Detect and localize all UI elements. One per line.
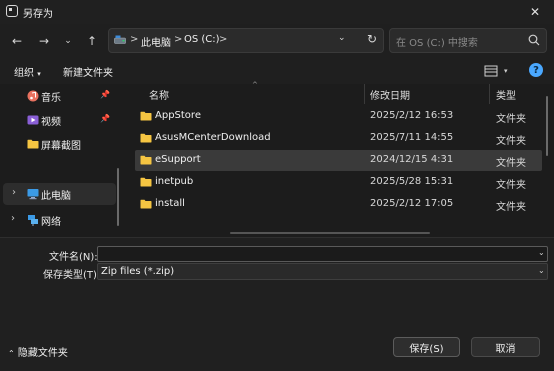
file-type: 文件夹 — [496, 202, 526, 213]
music-icon — [27, 90, 39, 102]
file-list-scrollbar[interactable] — [546, 96, 548, 156]
sidebar-item-screenshots[interactable]: 屏幕截图 — [0, 133, 116, 155]
close-button[interactable]: ✕ — [520, 2, 550, 22]
video-icon — [27, 115, 39, 125]
file-date: 2025/2/12 16:53 — [370, 110, 454, 121]
pin-icon[interactable]: 📌 — [100, 114, 110, 123]
filename-label: 文件名(N): — [49, 252, 98, 263]
sidebar-item-video[interactable]: 视频 📌 — [0, 109, 116, 131]
folder-icon — [140, 199, 152, 209]
chevron-down-icon: ▾ — [504, 67, 508, 75]
search-input[interactable]: 在 OS (C:) 中搜索 — [396, 34, 478, 49]
column-header-name[interactable]: 名称 — [149, 87, 169, 102]
chevron-up-icon: ⌃ — [8, 349, 15, 358]
file-name: eSupport — [155, 154, 201, 165]
pin-icon[interactable]: 📌 — [100, 90, 110, 99]
sidebar-item-label: 屏幕截图 — [41, 141, 81, 152]
chevron-right-icon[interactable]: › — [11, 213, 15, 224]
cancel-button[interactable]: 取消 — [471, 337, 540, 357]
filetype-value: Zip files (*.zip) — [101, 266, 175, 277]
arrow-right-icon: → — [38, 34, 50, 48]
recent-locations-button[interactable]: ⌄ — [57, 30, 79, 52]
search-icon — [528, 34, 540, 46]
hide-folders-label: 隐藏文件夹 — [17, 348, 68, 359]
file-date: 2024/12/15 4:31 — [370, 154, 454, 165]
sidebar-item-label: 网络 — [41, 217, 61, 228]
filetype-label: 保存类型(T): — [43, 270, 101, 281]
organize-button[interactable]: 组织 ▾ — [14, 64, 41, 79]
file-type: 文件夹 — [496, 114, 526, 125]
folder-icon — [140, 177, 152, 187]
list-item-selected[interactable]: eSupport 2024/12/15 4:31 文件夹 — [135, 150, 542, 171]
list-item[interactable]: install 2025/2/12 17:05 文件夹 — [135, 194, 542, 215]
file-name: AppStore — [155, 110, 201, 121]
folder-icon — [27, 139, 39, 149]
chevron-down-icon[interactable]: ⌄ — [538, 248, 545, 257]
up-button[interactable]: ↑ — [81, 30, 103, 52]
file-type: 文件夹 — [496, 180, 526, 191]
list-view-icon — [484, 65, 498, 77]
computer-icon — [27, 189, 39, 200]
breadcrumb-separator: > — [174, 34, 183, 45]
breadcrumb-separator: > — [219, 34, 228, 45]
refresh-icon: ↻ — [366, 32, 378, 46]
address-history-dropdown[interactable]: ⌄ — [338, 33, 346, 43]
breadcrumb-this-pc[interactable]: 此电脑 — [141, 34, 171, 49]
window-title: 另存为 — [23, 9, 53, 20]
column-divider[interactable] — [364, 84, 365, 104]
breadcrumb-separator: > — [130, 34, 139, 45]
new-folder-button[interactable]: 新建文件夹 — [63, 64, 113, 79]
file-type: 文件夹 — [496, 136, 526, 147]
file-date: 2025/5/28 15:31 — [370, 176, 454, 187]
sort-ascending-icon: ^ — [252, 81, 258, 89]
chevron-down-icon[interactable]: ⌄ — [538, 266, 545, 275]
file-type: 文件夹 — [496, 158, 526, 169]
filename-field[interactable] — [97, 246, 548, 262]
navigation-scrollbar[interactable] — [117, 168, 119, 226]
list-item[interactable]: AsusMCenterDownload 2025/7/11 14:55 文件夹 — [135, 128, 542, 149]
column-header-type[interactable]: 类型 — [496, 87, 516, 102]
column-header-date[interactable]: 修改日期 — [370, 87, 410, 102]
file-name: inetpub — [155, 176, 194, 187]
sidebar-item-label: 此电脑 — [41, 191, 71, 202]
folder-icon — [140, 133, 152, 143]
sidebar-item-this-pc[interactable]: › 此电脑 — [3, 183, 116, 205]
chevron-down-icon: ▾ — [37, 70, 41, 78]
drive-icon — [114, 35, 126, 44]
sidebar-item-music[interactable]: 音乐 📌 — [0, 85, 116, 107]
list-item[interactable]: AppStore 2025/2/12 16:53 文件夹 — [135, 106, 542, 127]
file-list-horizontal-scrollbar[interactable] — [230, 232, 430, 234]
arrow-left-icon: ← — [11, 34, 23, 48]
breadcrumb-drive[interactable]: OS (C:) — [184, 34, 220, 45]
refresh-button[interactable]: ↻ — [364, 31, 380, 47]
folder-icon — [140, 111, 152, 121]
column-divider[interactable] — [489, 84, 490, 104]
app-icon — [6, 5, 18, 17]
save-button[interactable]: 保存(S) — [393, 337, 460, 357]
file-name: install — [155, 198, 185, 209]
file-name: AsusMCenterDownload — [155, 132, 271, 143]
arrow-up-icon: ↑ — [86, 34, 98, 48]
file-date: 2025/7/11 14:55 — [370, 132, 454, 143]
folder-icon — [140, 155, 152, 165]
back-button[interactable]: ← — [6, 30, 28, 52]
chevron-down-icon: ⌄ — [64, 36, 72, 46]
help-icon: ? — [533, 64, 539, 76]
close-icon: ✕ — [529, 5, 541, 19]
sidebar-item-label: 音乐 — [41, 93, 61, 104]
title-bar — [0, 0, 554, 24]
forward-button[interactable]: → — [33, 30, 55, 52]
file-date: 2025/2/12 17:05 — [370, 198, 454, 209]
view-options-button[interactable]: ▾ — [484, 63, 514, 79]
help-button[interactable]: ? — [529, 63, 543, 77]
organize-label: 组织 — [14, 68, 34, 79]
sidebar-item-label: 视频 — [41, 117, 61, 128]
network-icon — [28, 215, 38, 226]
sidebar-item-network[interactable]: › 网络 — [0, 209, 116, 231]
hide-folders-toggle[interactable]: ⌃ 隐藏文件夹 — [8, 344, 68, 359]
list-item[interactable]: inetpub 2025/5/28 15:31 文件夹 — [135, 172, 542, 193]
chevron-right-icon[interactable]: › — [12, 187, 16, 198]
